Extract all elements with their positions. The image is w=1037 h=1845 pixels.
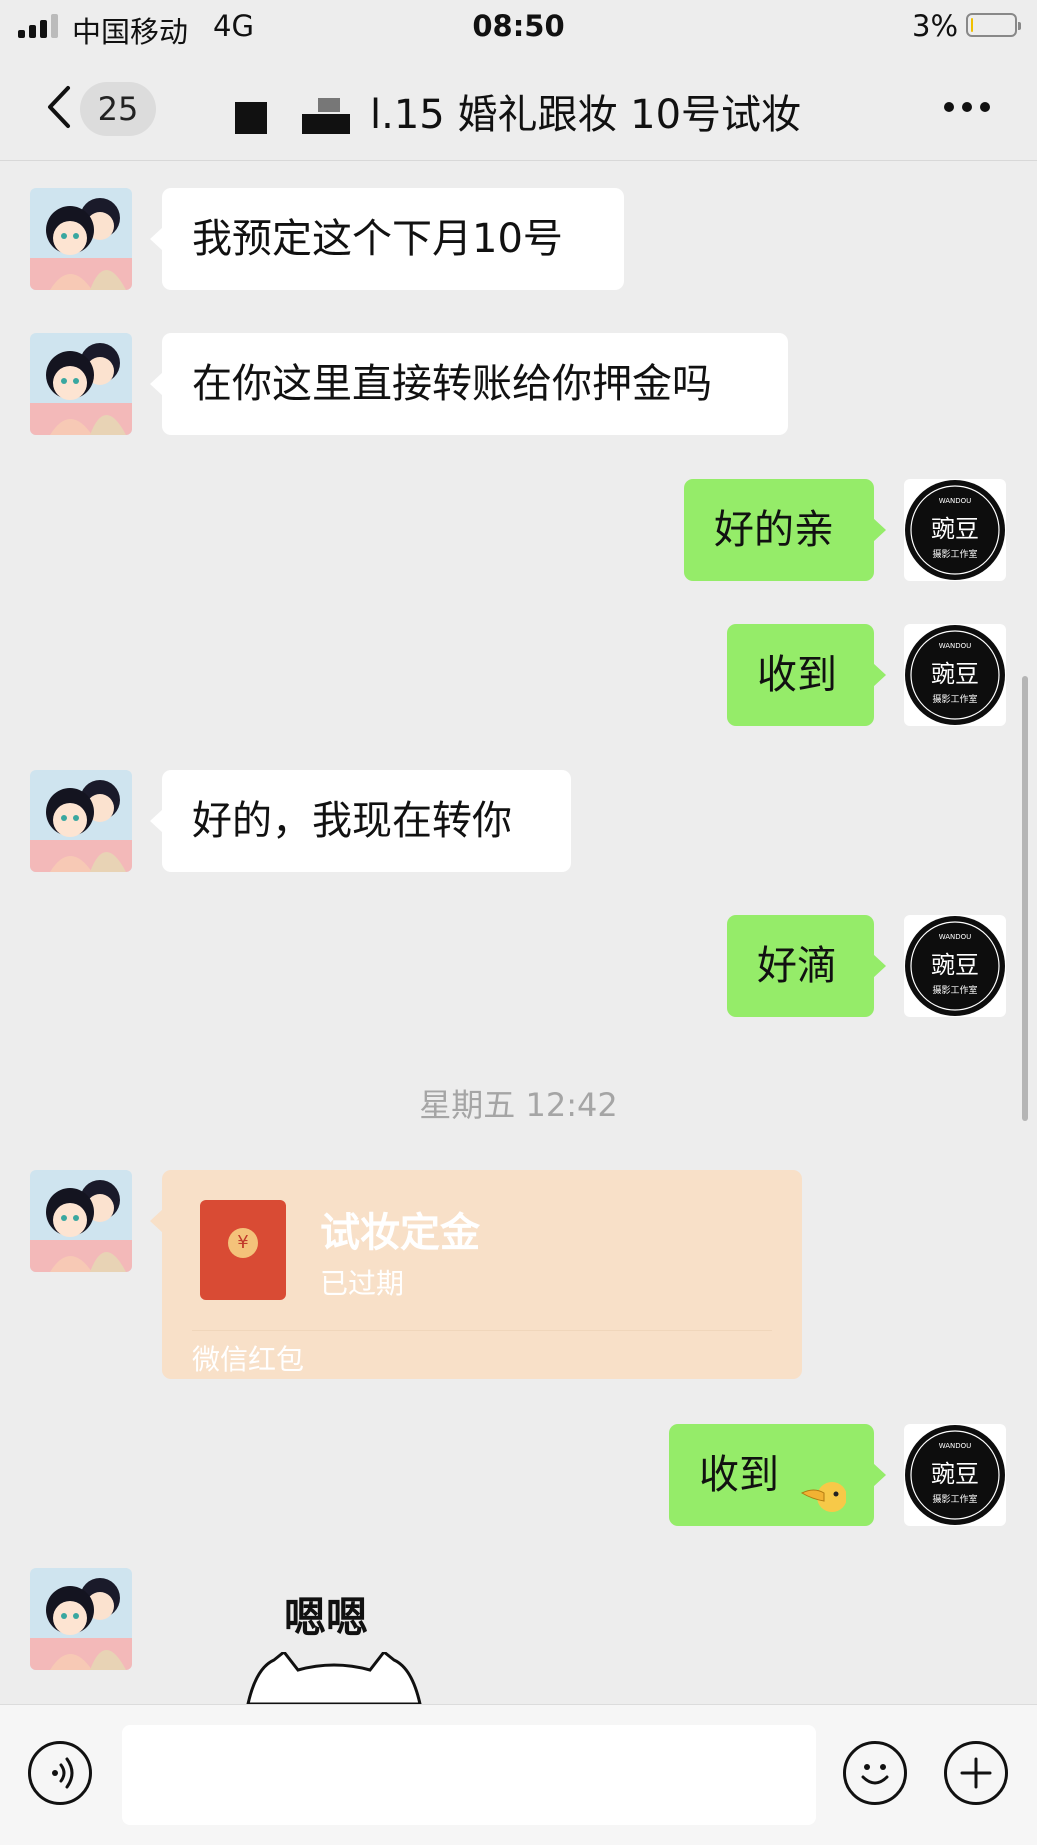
studio-logo-icon: WANDOU 豌豆 摄影工作室: [905, 1425, 1005, 1525]
logo-main-text: 豌豆: [931, 660, 979, 688]
status-time: 08:50: [472, 9, 565, 43]
logo-sub-text: 摄影工作室: [932, 548, 977, 560]
studio-avatar[interactable]: WANDOU 豌豆 摄影工作室: [904, 915, 1006, 1017]
studio-logo-icon: WANDOU 豌豆 摄影工作室: [905, 916, 1005, 1016]
chat-title: l.15 婚礼跟妆 10号试妆: [370, 92, 802, 138]
unread-count-badge[interactable]: 25: [80, 82, 156, 136]
message-text: 收到: [699, 1452, 779, 1498]
logo-main-text: 豌豆: [931, 515, 979, 543]
logo-top-text: WANDOU: [939, 1442, 972, 1450]
message-bubble-outgoing[interactable]: 好滴: [727, 915, 886, 1017]
yuan-coin-icon: ¥: [228, 1228, 258, 1258]
logo-main-text: 豌豆: [931, 951, 979, 979]
back-icon[interactable]: [40, 82, 80, 132]
studio-logo-icon: WANDOU 豌豆 摄影工作室: [905, 625, 1005, 725]
message-bubble-incoming[interactable]: 在你这里直接转账给你押金吗: [150, 333, 788, 435]
sticker-caption[interactable]: 嗯嗯: [284, 1584, 368, 1645]
friend-avatar[interactable]: [30, 333, 132, 435]
chat-scrollbar[interactable]: [1022, 676, 1028, 1121]
red-packet-status: 已过期: [320, 1267, 405, 1300]
couple-avatar-icon: [30, 770, 132, 872]
logo-top-text: WANDOU: [939, 642, 972, 650]
redacted-block: [318, 98, 340, 112]
plus-icon[interactable]: [944, 1741, 1008, 1805]
logo-sub-text: 摄影工作室: [932, 1493, 977, 1505]
couple-avatar-icon: [30, 333, 132, 435]
battery-percent: 3%: [912, 9, 959, 43]
battery-icon: [966, 13, 1021, 37]
message-bubble-outgoing[interactable]: 收到: [669, 1424, 886, 1526]
logo-top-text: WANDOU: [939, 497, 972, 505]
red-packet-footer: 微信红包: [192, 1343, 305, 1376]
red-packet-message[interactable]: ¥ 试妆定金 已过期 微信红包: [150, 1170, 802, 1379]
redacted-block: [302, 114, 350, 134]
input-bar: [0, 1704, 1037, 1845]
red-packet-title: 试妆定金: [320, 1210, 480, 1256]
red-packet-icon: ¥: [200, 1200, 286, 1300]
couple-avatar-icon: [30, 188, 132, 290]
message-bubble-incoming[interactable]: 好的，我现在转你: [150, 770, 571, 872]
friend-avatar[interactable]: [30, 1568, 132, 1670]
emoji-icon[interactable]: [843, 1741, 907, 1805]
message-bubble-outgoing[interactable]: 收到: [727, 624, 886, 726]
studio-avatar[interactable]: WANDOU 豌豆 摄影工作室: [904, 624, 1006, 726]
logo-sub-text: 摄影工作室: [932, 693, 977, 705]
message-bubble-incoming[interactable]: 我预定这个下月10号: [150, 188, 624, 290]
friend-avatar[interactable]: [30, 188, 132, 290]
pointing-emoji-icon: [800, 1453, 847, 1512]
logo-top-text: WANDOU: [939, 933, 972, 941]
more-icon[interactable]: [944, 100, 990, 114]
couple-avatar-icon: [30, 1568, 132, 1670]
status-bar: 中国移动 4G 08:50 3%: [0, 0, 1037, 52]
logo-sub-text: 摄影工作室: [932, 984, 977, 996]
voice-icon[interactable]: [28, 1741, 92, 1805]
cat-sticker-icon[interactable]: [244, 1652, 424, 1704]
studio-logo-icon: WANDOU 豌豆 摄影工作室: [905, 480, 1005, 580]
message-bubble-outgoing[interactable]: 好的亲: [684, 479, 886, 581]
message-input[interactable]: [122, 1725, 816, 1825]
friend-avatar[interactable]: [30, 770, 132, 872]
redacted-block: [235, 102, 267, 134]
studio-avatar[interactable]: WANDOU 豌豆 摄影工作室: [904, 1424, 1006, 1526]
divider: [192, 1330, 772, 1331]
friend-avatar[interactable]: [30, 1170, 132, 1272]
message-timestamp: 星期五 12:42: [419, 1086, 618, 1124]
couple-avatar-icon: [30, 1170, 132, 1272]
chat-header: 25 l.15 婚礼跟妆 10号试妆: [0, 52, 1037, 161]
studio-avatar[interactable]: WANDOU 豌豆 摄影工作室: [904, 479, 1006, 581]
logo-main-text: 豌豆: [931, 1460, 979, 1488]
